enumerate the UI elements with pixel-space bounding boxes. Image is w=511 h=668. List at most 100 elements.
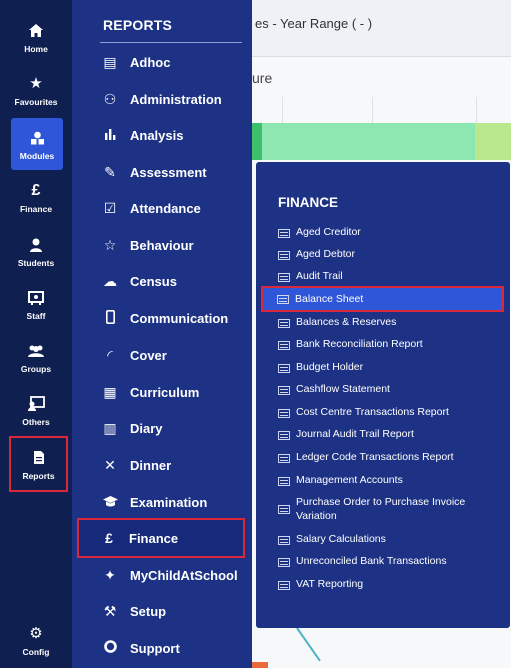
finance-item-balance-sheet[interactable]: Balance Sheet: [261, 286, 504, 312]
rail-modules[interactable]: Modules: [11, 118, 63, 170]
finance-item-label: Ledger Code Transactions Report: [296, 451, 454, 463]
rail-finance[interactable]: £ Finance: [0, 171, 72, 223]
finance-item-label: Bank Reconciliation Report: [296, 338, 423, 350]
report-list-icon: [278, 558, 290, 567]
finance-item-cashflow-statement[interactable]: Cashflow Statement: [264, 382, 502, 396]
finance-item-aged-debtor[interactable]: Aged Debtor: [264, 247, 502, 261]
rail-staff[interactable]: Staff: [0, 278, 72, 330]
finance-item-label: Audit Trail: [296, 270, 343, 282]
reports-item-curriculum[interactable]: ▦ Curriculum: [80, 374, 243, 410]
divider: [100, 42, 242, 43]
reports-item-adhoc[interactable]: ▤ Adhoc: [80, 44, 243, 80]
rail-label: Reports: [22, 470, 55, 481]
report-list-icon: [278, 341, 290, 350]
finance-item-vat-reporting[interactable]: VAT Reporting: [264, 577, 502, 591]
finance-item-audit-trail[interactable]: Audit Trail: [264, 269, 502, 283]
pound-icon: £: [31, 181, 41, 199]
finance-item-aged-creditor[interactable]: Aged Creditor: [264, 225, 502, 239]
reports-item-mychildatschool[interactable]: ✦ MyChildAtSchool: [80, 557, 243, 593]
rail-label: Home: [24, 43, 48, 54]
reports-panel: REPORTS ▤ Adhoc ⚇ Administration Analysis …: [72, 0, 252, 668]
people-icon: ⚇: [103, 90, 117, 107]
pound-icon: £: [105, 530, 113, 546]
reports-item-finance[interactable]: £ Finance: [77, 518, 245, 558]
reports-item-setup[interactable]: ⚒ Setup: [80, 593, 243, 629]
finance-item-bank-reconciliation[interactable]: Bank Reconciliation Report: [264, 337, 502, 351]
report-list-icon: [278, 581, 290, 590]
reports-item-attendance[interactable]: ☑ Attendance: [80, 190, 243, 226]
home-icon: [28, 21, 44, 41]
rail-students[interactable]: Students: [0, 225, 72, 277]
staff-icon: [28, 288, 44, 308]
reports-item-diary[interactable]: ▥ Diary: [80, 410, 243, 446]
grid-line: [282, 97, 283, 123]
rail-label: Others: [22, 416, 50, 427]
rail-groups[interactable]: Groups: [0, 331, 72, 383]
child-icon: ✦: [104, 566, 116, 583]
student-icon: [29, 235, 43, 255]
report-list-icon: [278, 251, 290, 260]
reports-item-analysis[interactable]: Analysis: [80, 117, 243, 153]
reports-item-support[interactable]: Support: [80, 630, 243, 666]
report-list-icon: [278, 505, 290, 514]
finance-item-ledger-code[interactable]: Ledger Code Transactions Report: [264, 450, 502, 464]
rail-label: Config: [22, 646, 50, 657]
finance-item-label: VAT Reporting: [296, 578, 364, 590]
page-header: es - Year Range ( - ): [252, 0, 511, 57]
book-icon: ▥: [103, 419, 117, 436]
finance-title: FINANCE: [278, 195, 338, 210]
reports-item-cover[interactable]: ◜ Cover: [80, 337, 243, 373]
finance-item-unreconciled-bank[interactable]: Unreconciled Bank Transactions: [264, 554, 502, 568]
finance-item-salary-calculations[interactable]: Salary Calculations: [264, 532, 502, 546]
rail-others[interactable]: Others: [0, 384, 72, 436]
star-icon: ★: [29, 74, 43, 92]
section-title: ure: [252, 70, 273, 86]
reports-item-label: Examination: [130, 494, 208, 510]
others-icon: [27, 394, 45, 414]
finance-item-journal-audit[interactable]: Journal Audit Trail Report: [264, 427, 502, 441]
report-list-icon: [278, 477, 290, 486]
reports-item-communication[interactable]: Communication: [80, 300, 243, 336]
reports-item-label: Adhoc: [130, 54, 171, 70]
chart-bar: [252, 662, 268, 668]
graduation-cap-icon: [95, 494, 125, 510]
reports-item-examination[interactable]: Examination: [80, 484, 243, 520]
finance-item-label: Journal Audit Trail Report: [296, 428, 414, 440]
finance-item-label: Cost Centre Transactions Report: [296, 406, 449, 418]
reports-item-label: Finance: [129, 530, 179, 546]
reports-item-label: Communication: [130, 310, 229, 326]
rail-label: Modules: [19, 150, 55, 161]
rail-favourites[interactable]: ★ Favourites: [0, 64, 72, 116]
finance-item-balances-reserves[interactable]: Balances & Reserves: [264, 315, 502, 329]
bar-chart-icon: [95, 127, 125, 143]
rail-label: Finance: [19, 203, 53, 214]
report-list-icon: [277, 294, 289, 304]
reports-item-census[interactable]: ☁ Census: [80, 263, 243, 299]
reports-item-label: Administration: [130, 91, 222, 107]
reports-item-label: Dinner: [130, 457, 172, 473]
modules-icon: [30, 128, 45, 148]
finance-item-label: Aged Creditor: [296, 226, 361, 238]
finance-item-po-variation[interactable]: Purchase Order to Purchase Invoice Varia…: [264, 495, 502, 523]
reports-item-behaviour[interactable]: ☆ Behaviour: [80, 227, 243, 263]
finance-item-management-accounts[interactable]: Management Accounts: [264, 473, 502, 487]
rail-config[interactable]: ⚙ Config: [0, 614, 72, 666]
reports-item-label: Cover: [130, 347, 167, 363]
grid-line: [372, 97, 373, 123]
finance-item-cost-centre[interactable]: Cost Centre Transactions Report: [264, 405, 502, 419]
checklist-icon: ☑: [103, 199, 117, 216]
reports-item-label: Attendance: [130, 200, 201, 216]
timeline-bar: [252, 123, 511, 160]
rail-label: Students: [17, 257, 55, 268]
finance-item-label: Balance Sheet: [295, 293, 364, 305]
reports-item-administration[interactable]: ⚇ Administration: [80, 81, 243, 117]
reports-item-label: Diary: [130, 420, 163, 436]
rail-home[interactable]: Home: [0, 11, 72, 63]
reports-item-dinner[interactable]: ✕ Dinner: [80, 447, 243, 483]
finance-item-budget-holder[interactable]: Budget Holder: [264, 360, 502, 374]
calendar-icon: ▦: [103, 383, 117, 400]
reports-item-assessment[interactable]: ✎ Assessment: [80, 154, 243, 190]
year-range-text: es - Year Range ( - ): [255, 16, 373, 31]
report-list-icon: [278, 319, 290, 328]
rail-reports[interactable]: Reports: [9, 436, 68, 492]
